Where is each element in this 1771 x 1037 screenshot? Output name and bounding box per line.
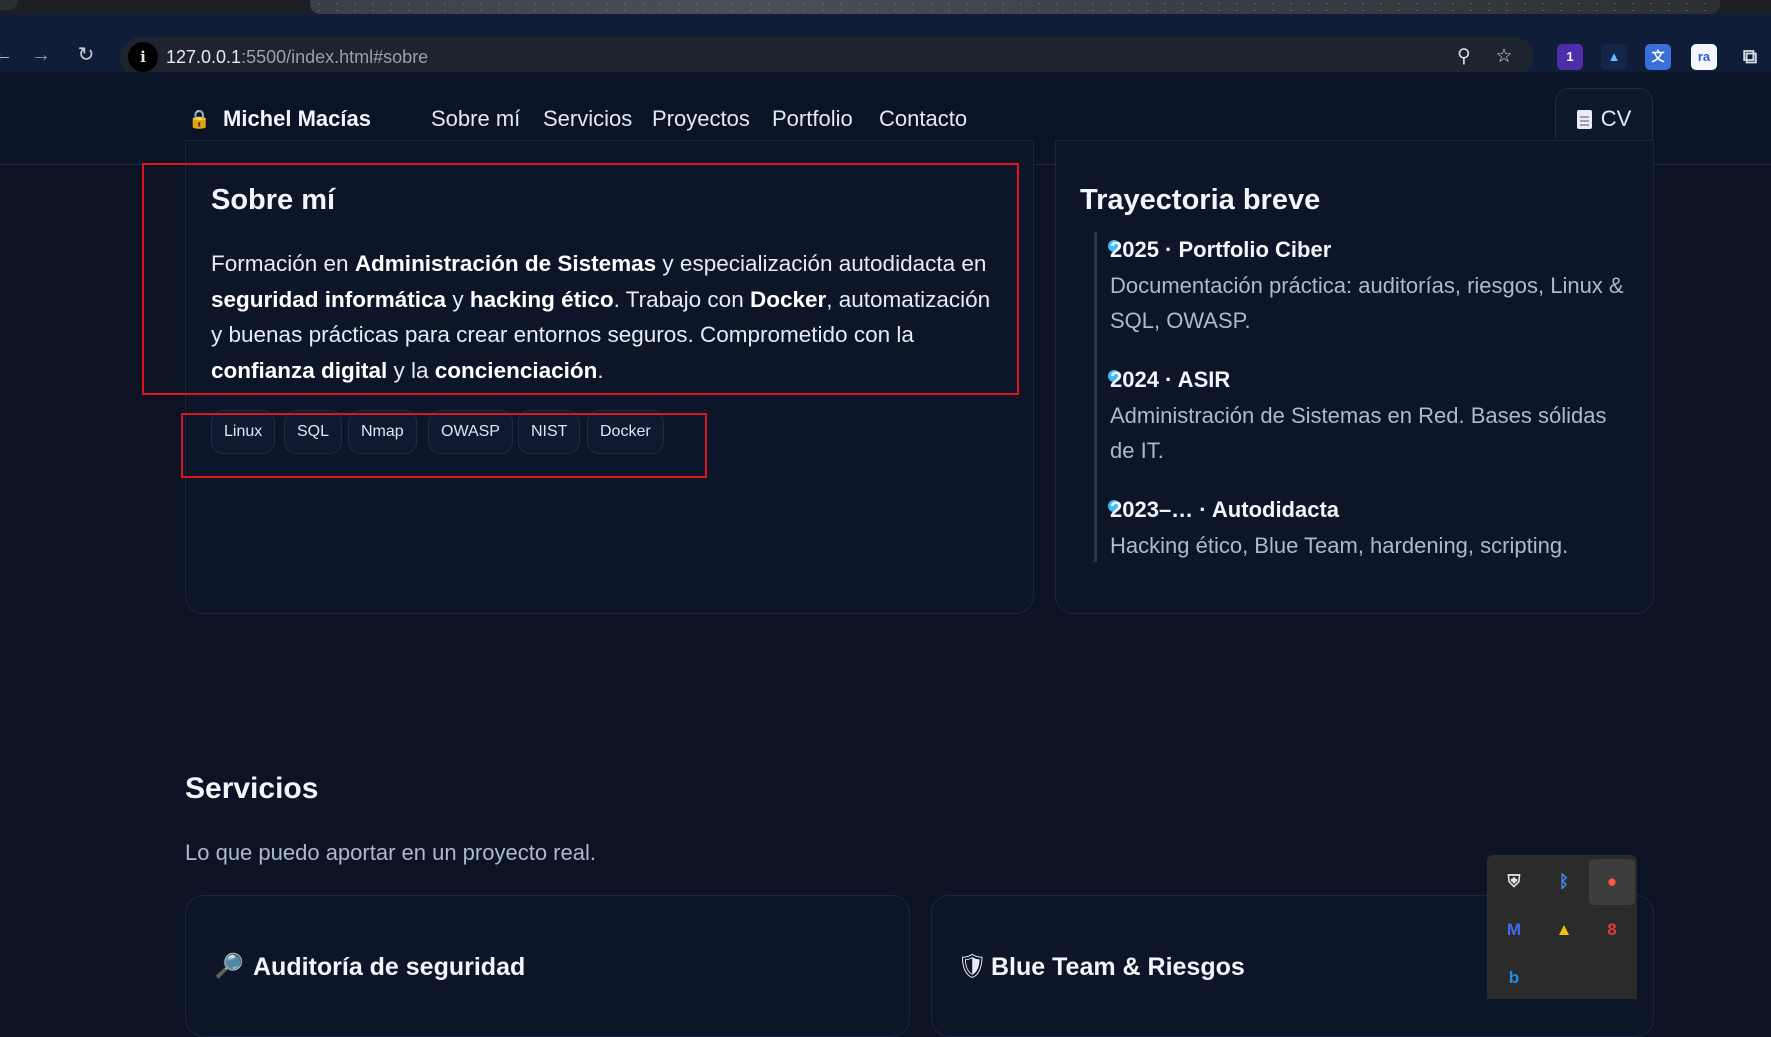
browser-tabstrip: [0, 0, 1771, 14]
timeline-item-desc: Documentación práctica: auditorías, ries…: [1110, 273, 1624, 333]
brand-name[interactable]: Michel Macías: [223, 106, 371, 132]
services-subtitle: Lo que puedo aportar en un proyecto real…: [185, 840, 596, 865]
magnifier-icon: 🔎: [214, 953, 244, 980]
translate-extension-icon[interactable]: 文: [1645, 44, 1671, 70]
service-title-audit: Auditoría de seguridad: [253, 953, 526, 981]
system-tray-popup: ⛨ ᛒ ● M ▲ 8 b: [1487, 855, 1637, 999]
nav-servicios[interactable]: Servicios: [543, 106, 632, 132]
timeline-item-title: 2024 · ASIR: [1110, 367, 1231, 392]
malwarebytes-icon[interactable]: M: [1491, 907, 1537, 953]
timeline-item-desc: Administración de Sistemas en Red. Bases…: [1110, 403, 1607, 463]
timeline-item-title: 2025 · Portfolio Ciber: [1110, 237, 1332, 262]
shield-icon: 🛡: [957, 953, 988, 980]
site-info-icon[interactable]: i: [128, 42, 158, 72]
address-bar[interactable]: i 127.0.0.1:5500/index.html#sobre ⚲ ☆: [120, 37, 1534, 77]
nav-portfolio[interactable]: Portfolio: [772, 106, 853, 132]
service-title-blue-team: Blue Team & Riesgos: [991, 953, 1245, 981]
bing-icon[interactable]: b: [1491, 955, 1537, 1001]
extension-ra-icon[interactable]: ra: [1691, 44, 1717, 70]
nav-sobre-mi[interactable]: Sobre mí: [431, 106, 520, 132]
bluetooth-icon[interactable]: ᛒ: [1541, 859, 1587, 905]
nav-contacto[interactable]: Contacto: [879, 106, 967, 132]
forward-icon[interactable]: →: [26, 40, 56, 70]
timeline-item-title: 2023–… · Autodidacta: [1110, 497, 1340, 522]
google-drive-icon[interactable]: ▲: [1541, 907, 1587, 953]
highlight-box-about: [142, 163, 1019, 395]
previous-tab-edge[interactable]: [0, 0, 18, 10]
active-tab[interactable]: [310, 0, 1720, 14]
nav-proyectos[interactable]: Proyectos: [652, 106, 750, 132]
extension-chart-icon[interactable]: ▲: [1601, 44, 1627, 70]
timeline-item-desc: Hacking ético, Blue Team, hardening, scr…: [1110, 533, 1569, 558]
reload-icon[interactable]: ↻: [71, 40, 101, 70]
lock-icon: 🔒: [188, 109, 211, 129]
defender-shield-icon[interactable]: ⛨: [1491, 859, 1537, 905]
timeline-line: [1094, 232, 1097, 562]
browser-toolbar: ← → ↻ i 127.0.0.1:5500/index.html#sobre …: [0, 14, 1771, 77]
trajectory-title: Trayectoria breve: [1080, 184, 1321, 216]
red-app-icon[interactable]: 8: [1589, 907, 1635, 953]
highlight-box-chips: [181, 413, 707, 478]
zoom-icon[interactable]: ⚲: [1452, 45, 1476, 69]
bookmark-star-icon[interactable]: ☆: [1492, 45, 1516, 69]
document-icon: [1576, 110, 1592, 129]
flame-app-icon[interactable]: ●: [1589, 859, 1635, 905]
extensions-puzzle-icon[interactable]: ⧉: [1737, 44, 1763, 70]
url-text[interactable]: 127.0.0.1:5500/index.html#sobre: [166, 47, 428, 68]
back-icon[interactable]: ←: [0, 40, 18, 70]
services-title: Servicios: [185, 772, 319, 805]
extension-1-icon[interactable]: 1: [1557, 44, 1583, 70]
